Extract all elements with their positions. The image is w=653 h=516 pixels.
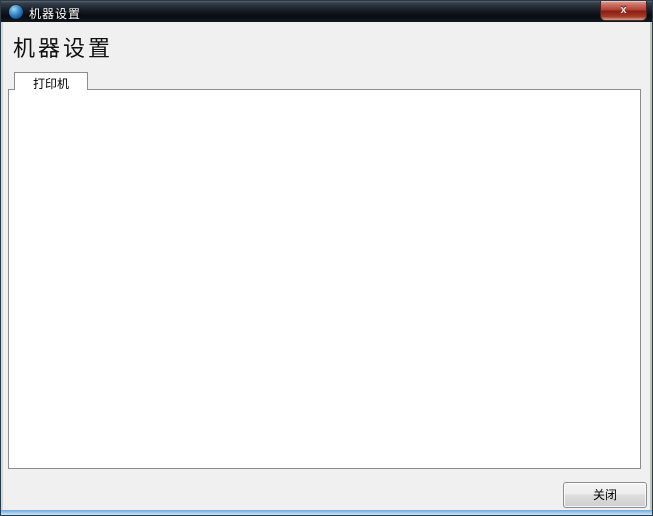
close-button[interactable]: 关闭	[563, 482, 647, 508]
tab-content-panel	[8, 89, 641, 469]
window-title: 机器设置	[29, 5, 81, 22]
page-title: 机器设置	[13, 31, 113, 63]
close-icon: x	[620, 4, 626, 16]
window-frame-bottom	[1, 510, 652, 515]
tab-printer[interactable]: 打印机	[14, 72, 88, 90]
machine-settings-window: 机器设置 x 机器设置 打印机 打印机设置 X (宽) 290 毫米 Y (深)…	[0, 0, 653, 516]
titlebar[interactable]: 机器设置	[1, 1, 652, 22]
window-close-button[interactable]: x	[600, 1, 647, 21]
app-icon	[9, 5, 23, 19]
